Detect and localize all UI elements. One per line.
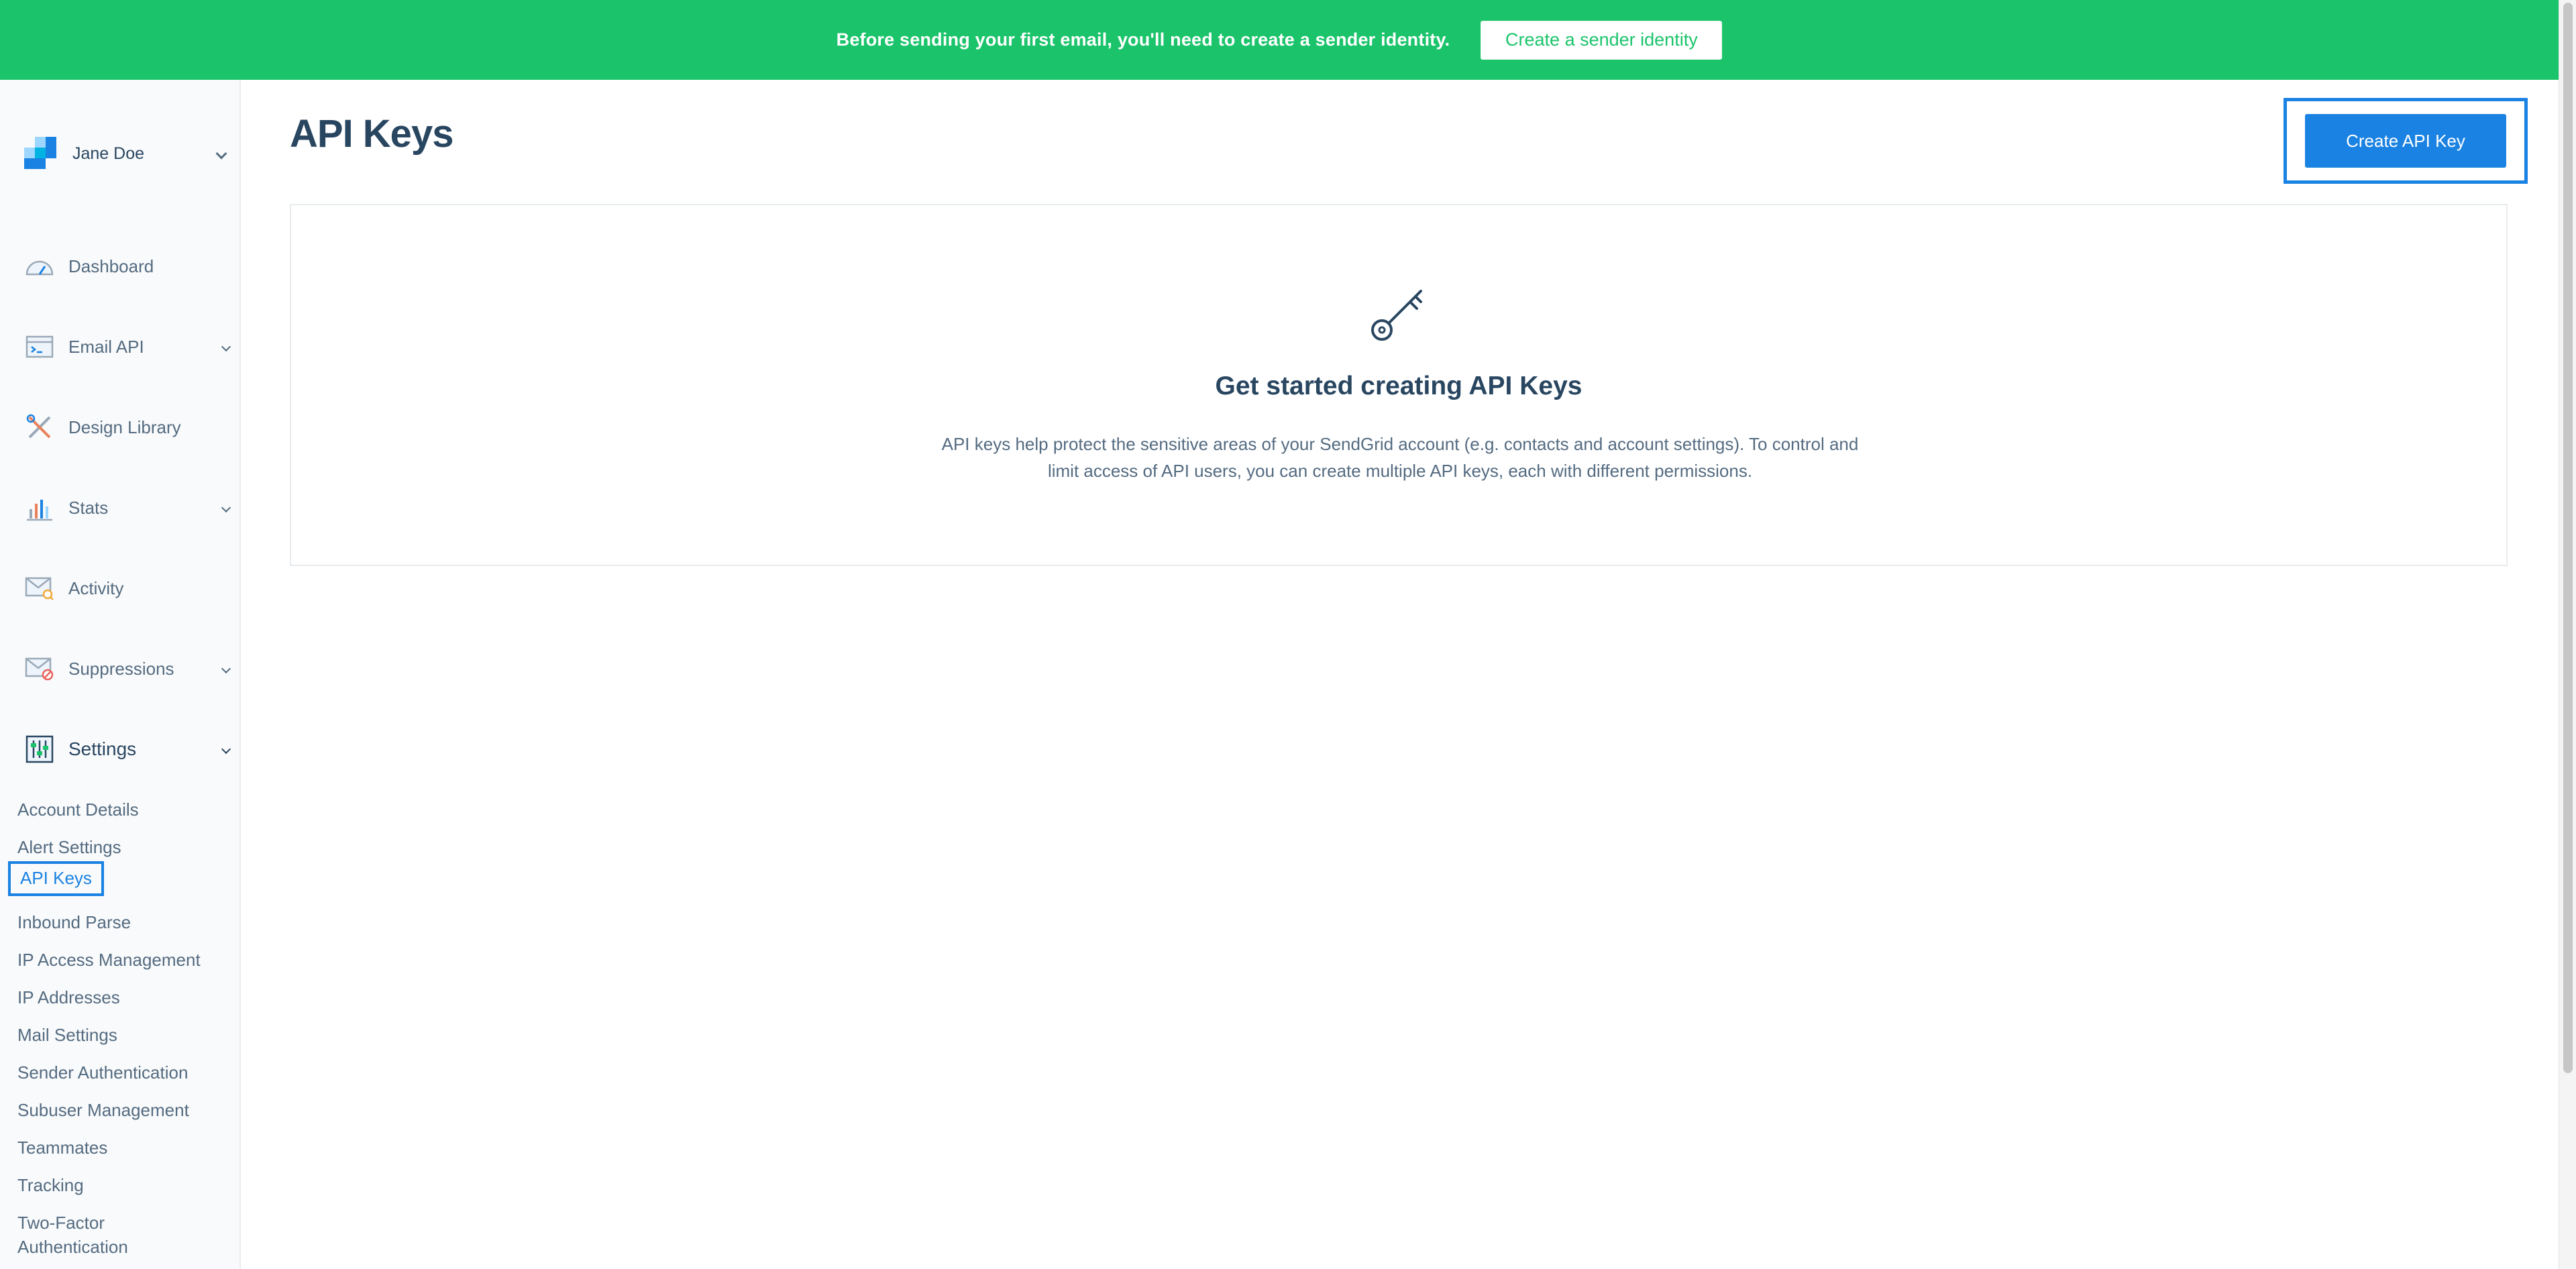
- sender-identity-banner: Before sending your first email, you'll …: [0, 0, 2559, 80]
- settings-item-ip-access-management[interactable]: IP Access Management: [17, 948, 201, 972]
- nav-design-library[interactable]: Design Library: [24, 407, 229, 447]
- sendgrid-logo-icon: [24, 137, 56, 170]
- user-name: Jane Doe: [72, 144, 145, 163]
- nav-label: Email API: [68, 336, 144, 357]
- stats-chart-icon: [24, 492, 55, 523]
- settings-item-alert-settings[interactable]: Alert Settings: [17, 835, 121, 859]
- design-library-icon: [24, 412, 55, 443]
- nav-dashboard[interactable]: Dashboard: [24, 246, 229, 286]
- settings-item-mail-settings[interactable]: Mail Settings: [17, 1023, 117, 1047]
- empty-state-description-line: limit access of API users, you can creat…: [1047, 461, 1753, 481]
- chevron-down-icon: [221, 502, 231, 513]
- settings-item-api-keys[interactable]: API Keys: [8, 861, 104, 896]
- settings-item-two-factor[interactable]: Two-Factor: [17, 1211, 105, 1235]
- create-api-key-highlight: Create API Key: [2284, 98, 2528, 184]
- empty-state-title: Get started creating API Keys: [1215, 372, 1582, 400]
- settings-item-teammates[interactable]: Teammates: [17, 1136, 107, 1160]
- nav-stats[interactable]: Stats: [24, 488, 231, 528]
- nav-email-api[interactable]: Email API: [24, 327, 231, 367]
- nav-label: Suppressions: [68, 658, 174, 679]
- settings-item-two-factor-authentication[interactable]: Authentication: [17, 1235, 128, 1259]
- settings-sliders-icon: [24, 734, 55, 765]
- suppressions-envelope-icon: [24, 653, 55, 684]
- dashboard-gauge-icon: [24, 251, 55, 282]
- nav-label: Settings: [68, 738, 137, 759]
- nav-settings[interactable]: Settings: [24, 729, 231, 769]
- nav-label: Stats: [68, 497, 109, 518]
- create-sender-identity-button[interactable]: Create a sender identity: [1481, 20, 1723, 60]
- page-title: API Keys: [290, 112, 453, 156]
- chevron-down-icon: [221, 663, 231, 674]
- sidebar: Jane Doe Dashboard Email API Design Libr…: [0, 80, 241, 1269]
- settings-item-ip-addresses[interactable]: IP Addresses: [17, 985, 120, 1009]
- create-api-key-button[interactable]: Create API Key: [2305, 114, 2506, 168]
- email-api-icon: [24, 331, 55, 362]
- chevron-down-icon: [221, 341, 231, 352]
- settings-item-subuser-management[interactable]: Subuser Management: [17, 1098, 189, 1122]
- page-scrollbar[interactable]: [2559, 0, 2576, 1269]
- chevron-down-icon: [215, 148, 227, 160]
- empty-state-card: Get started creating API Keys API keys h…: [290, 204, 2508, 566]
- settings-item-sender-authentication[interactable]: Sender Authentication: [17, 1060, 188, 1085]
- nav-label: Design Library: [68, 417, 181, 437]
- banner-message: Before sending your first email, you'll …: [836, 30, 1450, 50]
- activity-envelope-icon: [24, 573, 55, 604]
- key-icon: [1367, 284, 1428, 348]
- nav-label: Activity: [68, 577, 124, 598]
- nav-suppressions[interactable]: Suppressions: [24, 649, 231, 689]
- nav-activity[interactable]: Activity: [24, 568, 229, 608]
- nav-label: Dashboard: [68, 256, 154, 276]
- settings-item-tracking[interactable]: Tracking: [17, 1173, 84, 1197]
- empty-state-description: API keys help protect the sensitive area…: [895, 431, 1905, 484]
- account-switcher[interactable]: Jane Doe: [24, 133, 227, 174]
- settings-item-inbound-parse[interactable]: Inbound Parse: [17, 910, 131, 934]
- scrollbar-thumb[interactable]: [2563, 3, 2573, 1073]
- settings-item-account-details[interactable]: Account Details: [17, 797, 139, 822]
- chevron-down-icon: [221, 744, 231, 755]
- empty-state-description-line: API keys help protect the sensitive area…: [941, 434, 1859, 454]
